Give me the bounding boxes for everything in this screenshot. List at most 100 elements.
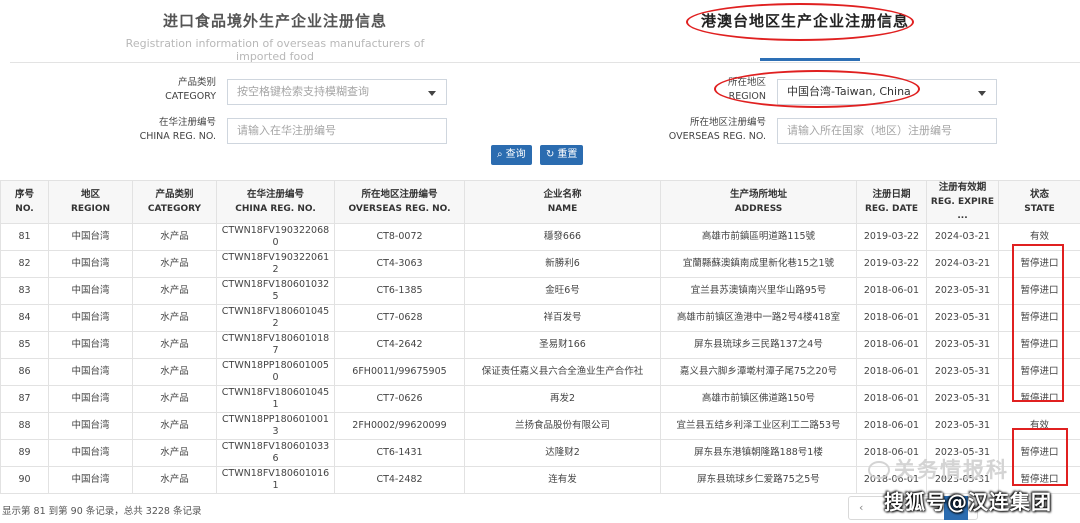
table-cell: 再发2 xyxy=(464,385,661,413)
table-cell: 达隆财2 xyxy=(464,439,661,467)
table-cell: 水产品 xyxy=(132,466,217,494)
column-header-en: REG. DATE xyxy=(864,204,919,214)
region-label-en: REGION xyxy=(728,91,766,102)
table-cell: CTWN18FV1806010161 xyxy=(216,466,335,494)
table-row[interactable]: 84 中国台湾 水产品 CTWN18FV1806010452 CT7-0628 祥百发号高… xyxy=(0,304,1080,332)
category-select[interactable]: 按空格键检索支持模糊查询 xyxy=(227,79,447,105)
table-cell: 81 xyxy=(0,223,49,251)
watermark-wechat-text: 关务情报科 xyxy=(894,458,1009,482)
active-tab-indicator xyxy=(760,58,860,61)
region-select[interactable]: 中国台湾-Taiwan, China xyxy=(777,79,997,105)
china-reg-placeholder: 请输入在华注册编号 xyxy=(237,124,336,137)
column-header: 注册有效期 REG. EXPIRE ... xyxy=(926,180,999,224)
table-cell: CTWN18FV1806010452 xyxy=(216,304,335,332)
column-header: 注册日期 REG. DATE xyxy=(856,180,927,224)
column-header-cn: 产品类别 xyxy=(155,189,194,200)
table-cell: 90 xyxy=(0,466,49,494)
table-cell: 祥百发号 xyxy=(464,304,661,332)
table-header-row: 序号 NO. 地区 REGION 产品类别 CATEGORY 在华注册编号 CHINA REG… xyxy=(0,180,1080,224)
column-header-cn: 地区 xyxy=(80,189,100,200)
table-cell: 高雄市前镇区佛道路150号 xyxy=(660,385,857,413)
table-cell: CTWN18FV1806010336 xyxy=(216,439,335,467)
search-button-label: 查询 xyxy=(505,149,526,160)
record-summary: 显示第 81 到第 90 条记录，总共 3228 条记录 xyxy=(2,506,202,517)
table-cell: 水产品 xyxy=(132,412,217,440)
table-cell: 2018-06-01 xyxy=(856,331,927,359)
column-header: 状态 STATE xyxy=(998,180,1080,224)
refresh-icon: ↻ xyxy=(546,149,555,160)
pagination-prev[interactable]: ‹ xyxy=(859,501,863,514)
table-cell: 中国台湾 xyxy=(48,466,133,494)
table-cell: 2018-06-01 xyxy=(856,304,927,332)
column-header-cn: 企业名称 xyxy=(543,189,582,200)
column-header-cn: 状态 xyxy=(1029,189,1049,200)
table-cell: 2FH0002/99620099 xyxy=(334,412,465,440)
column-header: 地区 REGION xyxy=(48,180,133,224)
tab-overseas-subtitle: Registration information of overseas man… xyxy=(125,37,425,63)
table-cell: 暂停进口 xyxy=(998,439,1080,467)
table-cell: 2018-06-01 xyxy=(856,412,927,440)
table-cell: 中国台湾 xyxy=(48,277,133,305)
table-cell: CTWN18PP1806010050 xyxy=(216,358,335,386)
table-cell: 兰扬食品股份有限公司 xyxy=(464,412,661,440)
table-cell: CTWN18FV1903220612 xyxy=(216,250,335,278)
table-cell: 水产品 xyxy=(132,304,217,332)
region-label: 所在地区 REGION xyxy=(646,76,766,104)
table-cell: 水产品 xyxy=(132,358,217,386)
table-cell: 水产品 xyxy=(132,223,217,251)
column-header-en: CATEGORY xyxy=(147,204,202,214)
table-cell: 2019-03-22 xyxy=(856,223,927,251)
column-header-en: CHINA REG. NO. xyxy=(235,204,316,214)
table-cell: 中国台湾 xyxy=(48,331,133,359)
table-cell: 水产品 xyxy=(132,250,217,278)
reset-button[interactable]: ↻ 重置 xyxy=(540,145,584,165)
column-header-cn: 所在地区注册编号 xyxy=(361,189,438,200)
table-cell: 2018-06-01 xyxy=(856,358,927,386)
wechat-logo-icon xyxy=(868,461,890,479)
table-row[interactable]: 85 中国台湾 水产品 CTWN18FV1806010187 CT4-2642 圣易财16… xyxy=(0,331,1080,359)
china-reg-input[interactable]: 请输入在华注册编号 xyxy=(227,118,447,144)
table-cell: CT6-1385 xyxy=(334,277,465,305)
column-header: 在华注册编号 CHINA REG. NO. xyxy=(216,180,335,224)
china-reg-label-cn: 在华注册编号 xyxy=(158,117,216,128)
search-button[interactable]: ⌕ 查询 xyxy=(491,145,532,165)
column-header-cn: 注册日期 xyxy=(872,189,911,200)
tab-hk-macao-taiwan[interactable]: 港澳台地区生产企业注册信息 xyxy=(640,10,970,31)
table-body: 81 中国台湾 水产品 CTWN18FV1903220680 CT8-0072 穩發666… xyxy=(0,223,1080,494)
watermark-wechat: 关务情报科 xyxy=(868,454,1009,484)
table-cell: 暂停进口 xyxy=(998,385,1080,413)
table-row[interactable]: 83 中国台湾 水产品 CTWN18FV1806010325 CT6-1385 金旺6号宜… xyxy=(0,277,1080,305)
table-cell: 2018-06-01 xyxy=(856,385,927,413)
table-cell: 2024-03-21 xyxy=(926,223,999,251)
table-row[interactable]: 87 中国台湾 水产品 CTWN18FV1806010451 CT7-0626 再发2 高雄… xyxy=(0,385,1080,413)
table-cell: 水产品 xyxy=(132,277,217,305)
table-cell: 6FH0011/99675905 xyxy=(334,358,465,386)
table-row[interactable]: 88 中国台湾 水产品 CTWN18PP1806010013 2FH0002/99620… xyxy=(0,412,1080,440)
category-label-cn: 产品类别 xyxy=(177,77,216,88)
table-cell: 2024-03-21 xyxy=(926,250,999,278)
table-cell: 水产品 xyxy=(132,439,217,467)
column-header-cn: 在华注册编号 xyxy=(246,189,304,200)
table-row[interactable]: 82 中国台湾 水产品 CTWN18FV1903220612 CT4-3063 新勝利6 宜… xyxy=(0,250,1080,278)
table-row[interactable]: 81 中国台湾 水产品 CTWN18FV1903220680 CT8-0072 穩發666… xyxy=(0,223,1080,251)
category-placeholder: 按空格键检索支持模糊查询 xyxy=(237,85,369,98)
registration-table: 序号 NO. 地区 REGION 产品类别 CATEGORY 在华注册编号 CHINA REG… xyxy=(0,180,1080,494)
table-cell: 2023-05-31 xyxy=(926,412,999,440)
overseas-reg-label-cn: 所在地区注册编号 xyxy=(689,117,766,128)
table-cell: 中国台湾 xyxy=(48,439,133,467)
table-cell: 2023-05-31 xyxy=(926,358,999,386)
category-label: 产品类别 CATEGORY xyxy=(96,76,216,104)
column-header: 所在地区注册编号 OVERSEAS REG. NO. xyxy=(334,180,465,224)
table-cell: 保证责任嘉义县六合全渔业生产合作社 xyxy=(464,358,661,386)
china-reg-label: 在华注册编号 CHINA REG. NO. xyxy=(96,116,216,144)
tab-overseas-manufacturers[interactable]: 进口食品境外生产企业注册信息 Registration information … xyxy=(100,10,450,63)
caret-down-icon xyxy=(428,91,436,96)
overseas-reg-input[interactable]: 请输入所在国家（地区）注册编号 xyxy=(777,118,997,144)
table-cell: 有效 xyxy=(998,412,1080,440)
table-row[interactable]: 86 中国台湾 水产品 CTWN18PP1806010050 6FH0011/99675… xyxy=(0,358,1080,386)
table-cell: 屏东县东港镇朝隆路188号1楼 xyxy=(660,439,857,467)
table-cell: 宜兰县苏澳镇南兴里华山路95号 xyxy=(660,277,857,305)
table-cell: 86 xyxy=(0,358,49,386)
table-cell: 84 xyxy=(0,304,49,332)
table-cell: CT4-3063 xyxy=(334,250,465,278)
